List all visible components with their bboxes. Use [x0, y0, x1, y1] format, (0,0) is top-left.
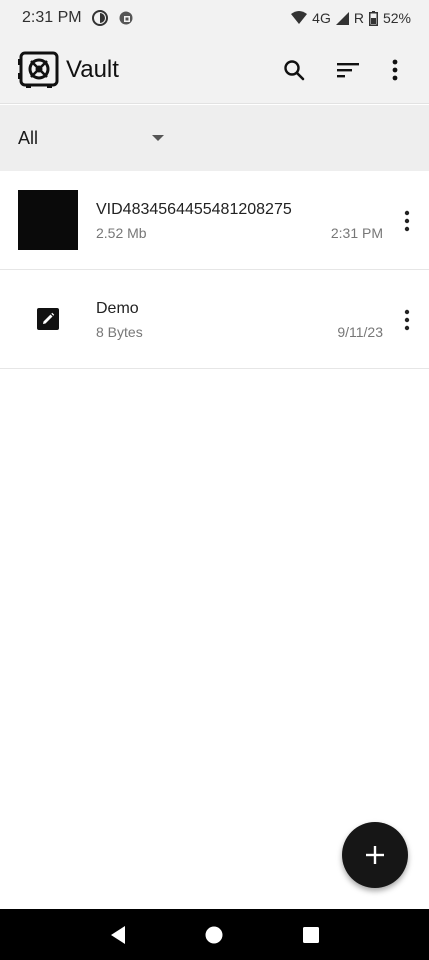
file-thumbnail-container [0, 171, 96, 270]
file-list: VID4834564455481208275 2.52 Mb 2:31 PM D… [0, 171, 429, 369]
file-row-video[interactable]: VID4834564455481208275 2.52 Mb 2:31 PM [0, 171, 429, 270]
battery-icon [368, 10, 378, 26]
file-row-note[interactable]: Demo 8 Bytes 9/11/23 [0, 270, 429, 369]
vault-logo-icon [18, 51, 60, 89]
file-size: 2.52 Mb [96, 225, 147, 241]
file-info: Demo 8 Bytes 9/11/23 [96, 270, 383, 369]
back-triangle-icon [111, 925, 126, 944]
status-bar: 2:31 PM 4G R 52% [0, 0, 429, 36]
status-time: 2:31 PM [22, 9, 82, 26]
file-date: 2:31 PM [330, 225, 383, 241]
note-edit-icon [37, 308, 59, 330]
file-name: Demo [96, 300, 139, 317]
video-thumbnail [18, 190, 78, 250]
filter-bar: All [0, 105, 429, 171]
file-name: VID4834564455481208275 [96, 201, 292, 218]
recents-button[interactable] [291, 915, 331, 955]
battery-percent: 52% [382, 10, 411, 26]
home-button[interactable] [194, 915, 234, 955]
filter-dropdown[interactable]: All [18, 128, 168, 149]
app-bar: Vault [0, 36, 429, 104]
more-vert-icon [404, 210, 410, 232]
signal-icon [335, 11, 349, 25]
network-type-label: 4G [312, 10, 331, 26]
home-circle-icon [205, 926, 223, 943]
file-thumbnail-container [0, 270, 96, 369]
file-date: 9/11/23 [337, 324, 383, 340]
add-file-button[interactable] [342, 822, 408, 888]
back-button[interactable] [98, 915, 138, 955]
file-options-button[interactable] [393, 296, 421, 344]
dropdown-arrow-icon [152, 135, 164, 141]
overflow-menu-button[interactable] [375, 46, 415, 94]
more-vert-icon [392, 59, 398, 80]
vault-screen: 2:31 PM 4G R 52% Vault All VID4834564455… [0, 0, 429, 960]
sort-icon [337, 62, 359, 77]
plus-icon [366, 846, 384, 864]
roaming-label: R [353, 10, 364, 26]
file-info: VID4834564455481208275 2.52 Mb 2:31 PM [96, 171, 383, 270]
sort-button[interactable] [321, 46, 375, 94]
recents-square-icon [302, 926, 319, 943]
file-size: 8 Bytes [96, 324, 143, 340]
wifi-icon [291, 11, 308, 25]
filter-selected-value: All [18, 127, 39, 148]
system-nav-bar [0, 909, 429, 960]
search-icon [284, 59, 305, 80]
app-bar-actions [267, 46, 415, 94]
sync-notification-icon [118, 10, 134, 26]
file-options-button[interactable] [393, 197, 421, 245]
more-vert-icon [404, 309, 410, 331]
search-button[interactable] [267, 46, 321, 94]
app-title: Vault [66, 55, 119, 83]
app-notification-icon [91, 10, 108, 26]
